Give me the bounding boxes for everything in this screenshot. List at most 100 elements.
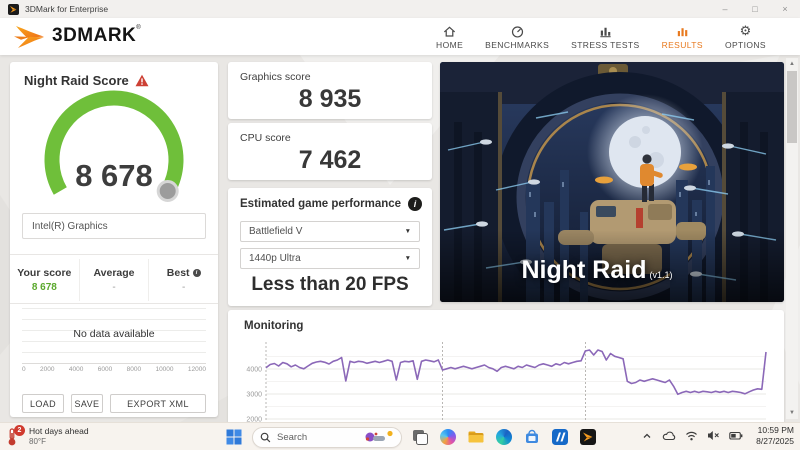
app-header: 3DMARK ® HOME BENCHMARKS STRESS TESTS <box>0 18 800 55</box>
title-bar: 3DMark for Enterprise – □ × <box>0 0 800 18</box>
preset-select-value: 1440p Ultra <box>249 253 301 264</box>
search-box[interactable]: Search <box>252 427 402 448</box>
your-score-column: Your score 8 678 <box>10 259 79 301</box>
logo-registered-mark: ® <box>136 25 140 31</box>
notification-badge: 2 <box>14 425 25 436</box>
3dmark-swoosh-icon <box>14 24 52 50</box>
window-controls: – □ × <box>710 4 800 14</box>
cpu-score-value: 7 462 <box>228 146 432 175</box>
home-icon <box>442 23 457 39</box>
divider <box>10 254 218 255</box>
game-select-dropdown[interactable]: Battlefield V ▼ <box>240 221 420 242</box>
svg-text:3000: 3000 <box>246 392 262 399</box>
clock-time: 10:59 PM <box>756 425 794 436</box>
monitoring-panel: Monitoring Frequency (MHz) 400030002000 <box>228 310 784 422</box>
night-raid-hero-image: Night Raid(v1.1) <box>440 62 784 302</box>
thermometer-icon: 2 <box>5 425 25 447</box>
nav-stress-tests[interactable]: STRESS TESTS <box>571 23 639 50</box>
score-panel-title: Night Raid Score <box>24 73 129 88</box>
maximize-button[interactable]: □ <box>740 4 770 14</box>
app-icon <box>8 4 19 15</box>
game-performance-title: Estimated game performance <box>240 198 401 210</box>
your-score-value: 8 678 <box>32 282 57 293</box>
hero-title-block: Night Raid(v1.1) <box>440 256 754 285</box>
gauge-knob <box>158 182 177 201</box>
game-performance-card: Estimated game performance i Battlefield… <box>228 188 432 306</box>
close-button[interactable]: × <box>770 4 800 14</box>
tray-expand-icon[interactable] <box>641 430 653 442</box>
content-area: Night Raid Score 8 678 Intel(R) Graphics <box>0 55 800 422</box>
m-app-icon[interactable] <box>550 426 570 448</box>
task-view-icon[interactable] <box>410 426 430 448</box>
chevron-down-icon: ▼ <box>405 228 411 235</box>
no-data-text: No data available <box>10 328 218 340</box>
battery-icon[interactable] <box>729 431 743 441</box>
nav-home[interactable]: HOME <box>436 23 463 50</box>
scroll-up-arrow[interactable]: ▲ <box>786 58 798 70</box>
main-nav: HOME BENCHMARKS STRESS TESTS RESULTS ⚙ O… <box>436 23 766 50</box>
system-tray: 10:59 PM 8/27/2025 <box>641 425 794 446</box>
edge-icon[interactable] <box>494 426 514 448</box>
minimize-button[interactable]: – <box>710 4 740 14</box>
taskbar: 2 Hot days ahead 80°F Search <box>0 422 800 450</box>
nav-results[interactable]: RESULTS <box>662 23 703 50</box>
frequency-line-chart: 400030002000 <box>236 338 776 422</box>
file-explorer-icon[interactable] <box>466 426 486 448</box>
graphics-score-label: Graphics score <box>240 71 311 83</box>
weather-temperature: 80°F <box>29 437 89 446</box>
wifi-icon[interactable] <box>685 430 698 441</box>
3dmark-taskbar-icon[interactable] <box>578 426 598 448</box>
warning-icon[interactable] <box>135 74 149 87</box>
microsoft-store-icon[interactable] <box>522 426 542 448</box>
benchmark-version: (v1.1) <box>649 270 672 280</box>
weather-widget[interactable]: 2 Hot days ahead 80°F <box>5 425 89 447</box>
3dmark-logo: 3DMARK ® <box>14 24 141 50</box>
bar-chart-icon <box>598 23 613 39</box>
device-name: Intel(R) Graphics <box>32 221 108 232</box>
monitoring-title: Monitoring <box>244 320 303 332</box>
copilot-icon[interactable] <box>438 426 458 448</box>
vertical-scrollbar[interactable]: ▲ ▼ <box>786 58 798 419</box>
window-title: 3DMark for Enterprise <box>25 4 108 14</box>
taskbar-clock[interactable]: 10:59 PM 8/27/2025 <box>756 425 794 446</box>
logo-text: 3DMARK <box>52 24 136 48</box>
start-button[interactable] <box>224 426 244 448</box>
save-button[interactable]: SAVE <box>71 394 103 413</box>
divider <box>10 303 218 304</box>
fps-result: Less than 20 FPS <box>228 274 432 296</box>
average-value: - <box>112 282 115 293</box>
nav-options[interactable]: ⚙ OPTIONS <box>725 23 766 50</box>
graphics-score-card: Graphics score 8 935 <box>228 62 432 119</box>
chevron-down-icon: ▼ <box>405 255 411 262</box>
game-select-value: Battlefield V <box>249 226 302 237</box>
gear-icon: ⚙ <box>740 23 752 39</box>
best-column: Best i - <box>148 259 218 301</box>
benchmark-name: Night Raid <box>521 256 646 284</box>
volume-muted-icon[interactable] <box>707 430 720 441</box>
average-column: Average - <box>79 259 149 301</box>
best-value: - <box>182 282 185 293</box>
search-placeholder: Search <box>277 432 307 443</box>
clock-date: 8/27/2025 <box>756 436 794 447</box>
device-name-box: Intel(R) Graphics <box>22 213 206 239</box>
overall-score-value: 8 678 <box>75 158 153 193</box>
cpu-score-label: CPU score <box>240 132 291 144</box>
screen: 3DMark for Enterprise – □ × 3DMARK ® HO <box>0 0 800 450</box>
best-info-icon[interactable]: i <box>193 269 201 277</box>
cloud-icon[interactable] <box>662 430 676 442</box>
export-xml-button[interactable]: EXPORT XML <box>110 394 206 413</box>
score-axis: 02000 40006000 800010000 12000 <box>22 363 206 373</box>
svg-text:4000: 4000 <box>246 367 262 374</box>
scrollbar-thumb[interactable] <box>787 71 797 143</box>
weather-headline: Hot days ahead <box>29 426 89 436</box>
score-gauge: 8 678 <box>19 88 209 215</box>
taskbar-center: Search <box>224 426 598 448</box>
load-button[interactable]: LOAD <box>22 394 64 413</box>
graphics-score-value: 8 935 <box>228 85 432 114</box>
search-icon <box>260 432 271 443</box>
preset-select-dropdown[interactable]: 1440p Ultra ▼ <box>240 248 420 269</box>
info-icon[interactable]: i <box>408 197 422 211</box>
scroll-down-arrow[interactable]: ▼ <box>786 407 798 419</box>
results-bars-icon <box>675 23 690 39</box>
nav-benchmarks[interactable]: BENCHMARKS <box>485 23 549 50</box>
